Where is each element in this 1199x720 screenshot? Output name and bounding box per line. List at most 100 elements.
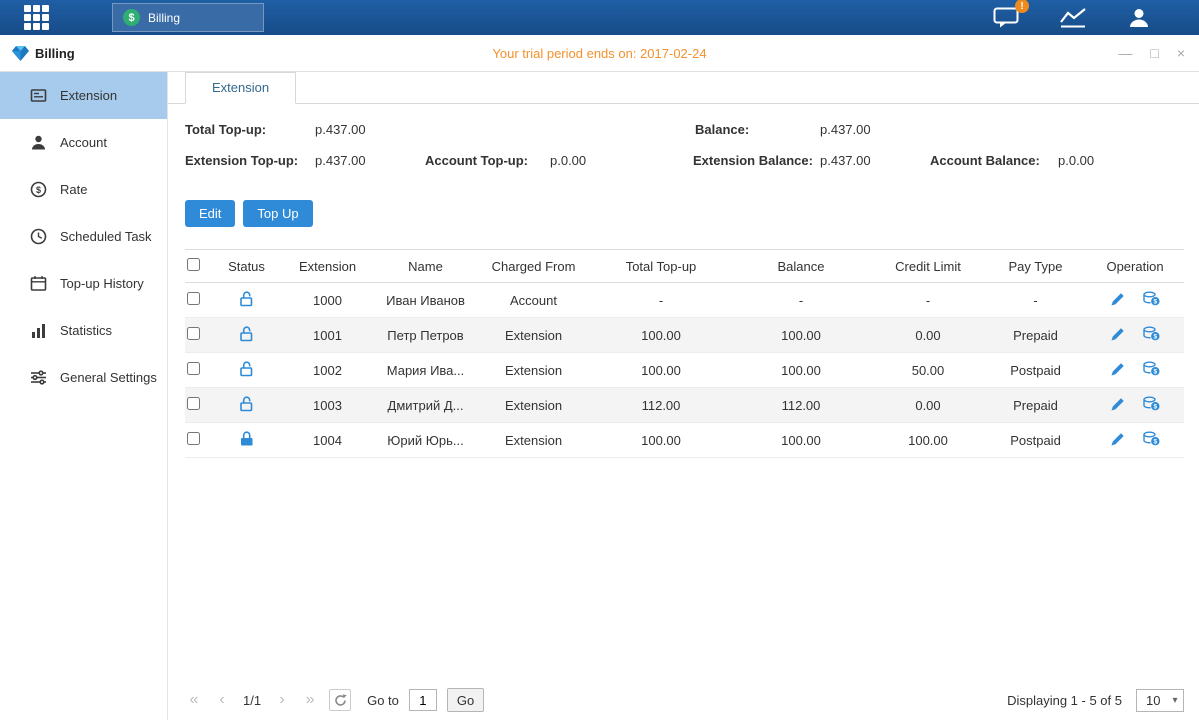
column-header-status[interactable]: Status [213,250,280,283]
main-content: Extension Total Top-up: p.437.00 Balance… [168,72,1199,720]
edit-button[interactable]: Edit [185,200,235,227]
cell-extension: 1003 [280,388,375,423]
cell-balance: 100.00 [731,353,871,388]
total-topup-label: Total Top-up: [185,122,266,137]
table-row: 1001 Петр Петров Extension 100.00 100.00… [185,318,1184,353]
window-title-bar: Billing Your trial period ends on: 2017-… [0,35,1199,72]
summary-panel: Total Top-up: p.437.00 Balance: p.437.00… [168,116,1199,182]
row-checkbox[interactable] [187,292,200,305]
dollar-circle-icon: $ [30,181,47,198]
sidebar-item-scheduled-task[interactable]: Scheduled Task [0,213,167,260]
refresh-icon [334,694,347,707]
cell-name: Дмитрий Д... [375,388,476,423]
svg-text:$: $ [1153,439,1157,446]
cell-credit-limit: 0.00 [871,388,985,423]
sliders-icon [30,369,47,386]
action-buttons: Edit Top Up [185,200,1199,227]
sidebar-item-label: Rate [60,182,87,197]
top-up-button[interactable]: Top Up [243,200,312,227]
topup-row-icon[interactable]: $ [1143,431,1160,446]
cell-extension: 1000 [280,283,375,318]
sidebar-item-statistics[interactable]: Statistics [0,307,167,354]
refresh-button[interactable] [329,689,351,711]
column-header-extension[interactable]: Extension [280,250,375,283]
row-checkbox[interactable] [187,327,200,340]
extension-balance-label: Extension Balance: [693,153,813,168]
cell-pay-type: Postpaid [985,423,1086,458]
column-header-operation[interactable]: Operation [1086,250,1184,283]
row-checkbox[interactable] [187,397,200,410]
column-header-pay-type[interactable]: Pay Type [985,250,1086,283]
go-button[interactable]: Go [447,688,484,712]
app-body: Extension Account $ Rate Scheduled Task [0,72,1199,720]
calendar-icon [30,275,47,292]
topbar-right-icons: ! [993,6,1151,30]
cell-charged-from: Extension [476,388,591,423]
displaying-info: Displaying 1 - 5 of 5 [1007,693,1122,708]
user-menu-button[interactable] [1127,6,1151,30]
column-header-credit-limit[interactable]: Credit Limit [871,250,985,283]
select-all-checkbox[interactable] [187,258,200,271]
account-topup-value: p.0.00 [550,153,586,168]
row-checkbox[interactable] [187,362,200,375]
edit-row-icon[interactable] [1111,362,1125,376]
column-header-name[interactable]: Name [375,250,476,283]
column-header-total-topup[interactable]: Total Top-up [591,250,731,283]
edit-row-icon[interactable] [1111,327,1125,341]
sidebar-item-label: Account [60,135,107,150]
window-title: Billing [0,46,75,61]
cell-balance: 112.00 [731,388,871,423]
extension-topup-value: p.437.00 [315,153,366,168]
apps-grid-icon [24,5,49,30]
cell-total-topup: 112.00 [591,388,731,423]
sidebar-item-extension[interactable]: Extension [0,72,167,119]
cell-credit-limit: - [871,283,985,318]
apps-launcher-button[interactable] [0,5,72,30]
cell-charged-from: Extension [476,423,591,458]
statistics-button[interactable] [1059,7,1087,28]
minimize-icon[interactable]: — [1118,46,1132,60]
edit-row-icon[interactable] [1111,432,1125,446]
tab-extension[interactable]: Extension [185,72,296,104]
maximize-icon[interactable]: □ [1150,46,1158,60]
last-page-button[interactable]: » [301,691,319,709]
next-page-button[interactable]: › [273,691,291,709]
cell-extension: 1002 [280,353,375,388]
table-row: 1004 Юрий Юрь... Extension 100.00 100.00… [185,423,1184,458]
sidebar-item-label: Extension [60,88,117,103]
cell-pay-type: Prepaid [985,388,1086,423]
sidebar-item-rate[interactable]: $ Rate [0,166,167,213]
first-page-button[interactable]: « [185,691,203,709]
notification-badge: ! [1015,0,1029,13]
sidebar-item-account[interactable]: Account [0,119,167,166]
column-header-balance[interactable]: Balance [731,250,871,283]
svg-text:$: $ [1153,334,1157,341]
cell-balance: 100.00 [731,423,871,458]
cell-name: Петр Петров [375,318,476,353]
row-checkbox[interactable] [187,432,200,445]
cell-name: Мария Ива... [375,353,476,388]
edit-row-icon[interactable] [1111,397,1125,411]
billing-app-tab[interactable]: $ Billing [112,3,264,32]
billing-app-tab-label: Billing [148,11,180,25]
column-header-charged-from[interactable]: Charged From [476,250,591,283]
topup-row-icon[interactable]: $ [1143,291,1160,306]
window-title-text: Billing [35,46,75,61]
unlock-icon [239,361,254,377]
dollar-icon: $ [123,9,140,26]
clock-icon [30,228,47,245]
edit-row-icon[interactable] [1111,292,1125,306]
cell-name: Иван Иванов [375,283,476,318]
cell-pay-type: Prepaid [985,318,1086,353]
chat-icon [993,7,1019,28]
goto-page-input[interactable] [409,689,437,711]
sidebar-item-topup-history[interactable]: Top-up History [0,260,167,307]
topup-row-icon[interactable]: $ [1143,361,1160,376]
prev-page-button[interactable]: ‹ [213,691,231,709]
close-icon[interactable]: × [1177,46,1185,60]
sidebar-item-general-settings[interactable]: General Settings [0,354,167,401]
topup-row-icon[interactable]: $ [1143,326,1160,341]
notifications-button[interactable]: ! [993,7,1019,28]
topup-row-icon[interactable]: $ [1143,396,1160,411]
page-size-select[interactable]: 10 ▾ [1136,689,1184,712]
